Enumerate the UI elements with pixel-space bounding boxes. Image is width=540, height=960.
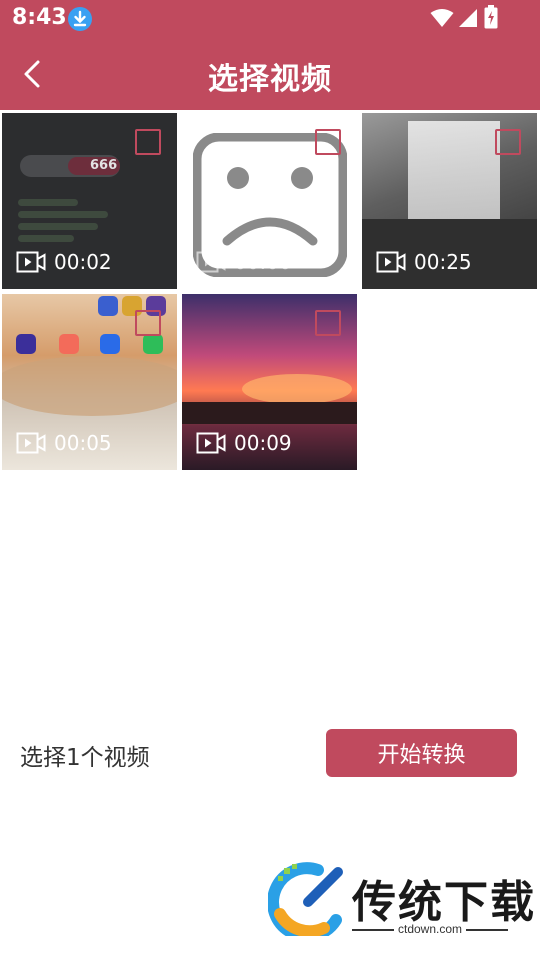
- select-checkbox[interactable]: [315, 129, 341, 155]
- thumbnail-content: [18, 235, 74, 242]
- thumbnail-content: [100, 334, 120, 354]
- download-icon: [68, 7, 92, 31]
- thumbnail-content: [182, 402, 357, 424]
- video-duration: 00:09: [196, 430, 292, 456]
- video-icon: [376, 251, 406, 273]
- thumbnail-content: [242, 374, 352, 404]
- thumbnail-content: [18, 199, 78, 206]
- thumbnail-content: [16, 334, 36, 354]
- video-duration: 00:05: [16, 430, 112, 456]
- duration-text: 00:00: [234, 250, 292, 274]
- thumbnail-content: [59, 334, 79, 354]
- thumbnail-content: [18, 223, 98, 230]
- signal-icon: [459, 9, 477, 27]
- thumbnail-content: [98, 296, 118, 316]
- select-checkbox[interactable]: [135, 310, 161, 336]
- thumbnail-content: [2, 356, 177, 416]
- video-icon: [16, 432, 46, 454]
- video-duration: 00:25: [376, 249, 472, 275]
- video-icon: [16, 251, 46, 273]
- duration-text: 00:25: [414, 250, 472, 274]
- duration-text: 00:09: [234, 431, 292, 455]
- watermark-divider: [352, 929, 394, 931]
- thumbnail-counter: 666: [90, 158, 118, 173]
- start-convert-button[interactable]: 开始转换: [326, 729, 517, 777]
- page-title: 选择视频: [208, 62, 332, 97]
- thumbnail-content: [18, 211, 108, 218]
- video-duration: 00:00: [196, 249, 292, 275]
- watermark-logo-icon: [268, 862, 343, 936]
- select-checkbox[interactable]: [315, 310, 341, 336]
- select-checkbox[interactable]: [135, 129, 161, 155]
- video-thumbnail[interactable]: 00:25: [362, 113, 537, 289]
- thumbnail-content: [408, 121, 500, 221]
- duration-text: 00:05: [54, 431, 112, 455]
- duration-text: 00:02: [54, 250, 112, 274]
- video-icon: [196, 432, 226, 454]
- video-icon: [196, 251, 226, 273]
- video-thumbnail[interactable]: 00:05: [2, 294, 177, 470]
- video-thumbnail[interactable]: 666 00:02: [2, 113, 177, 289]
- status-bar: 8:43: [0, 0, 540, 36]
- battery-charging-icon: [484, 5, 498, 29]
- status-time: 8:43: [12, 5, 67, 30]
- video-thumbnail[interactable]: 00:09: [182, 294, 357, 470]
- app-header: 8:43 选择视频: [0, 0, 540, 110]
- watermark-brand: 传统下载: [352, 877, 536, 928]
- video-duration: 00:02: [16, 249, 112, 275]
- selection-count-label: 选择1个视频: [20, 745, 150, 771]
- select-checkbox[interactable]: [495, 129, 521, 155]
- wifi-icon: [430, 9, 454, 27]
- watermark-divider: [466, 929, 508, 931]
- app-bar: 选择视频: [0, 36, 540, 110]
- video-thumbnail[interactable]: 00:00: [182, 113, 357, 289]
- thumbnail-content: [143, 334, 163, 354]
- watermark-url: ctdown.com: [398, 922, 463, 936]
